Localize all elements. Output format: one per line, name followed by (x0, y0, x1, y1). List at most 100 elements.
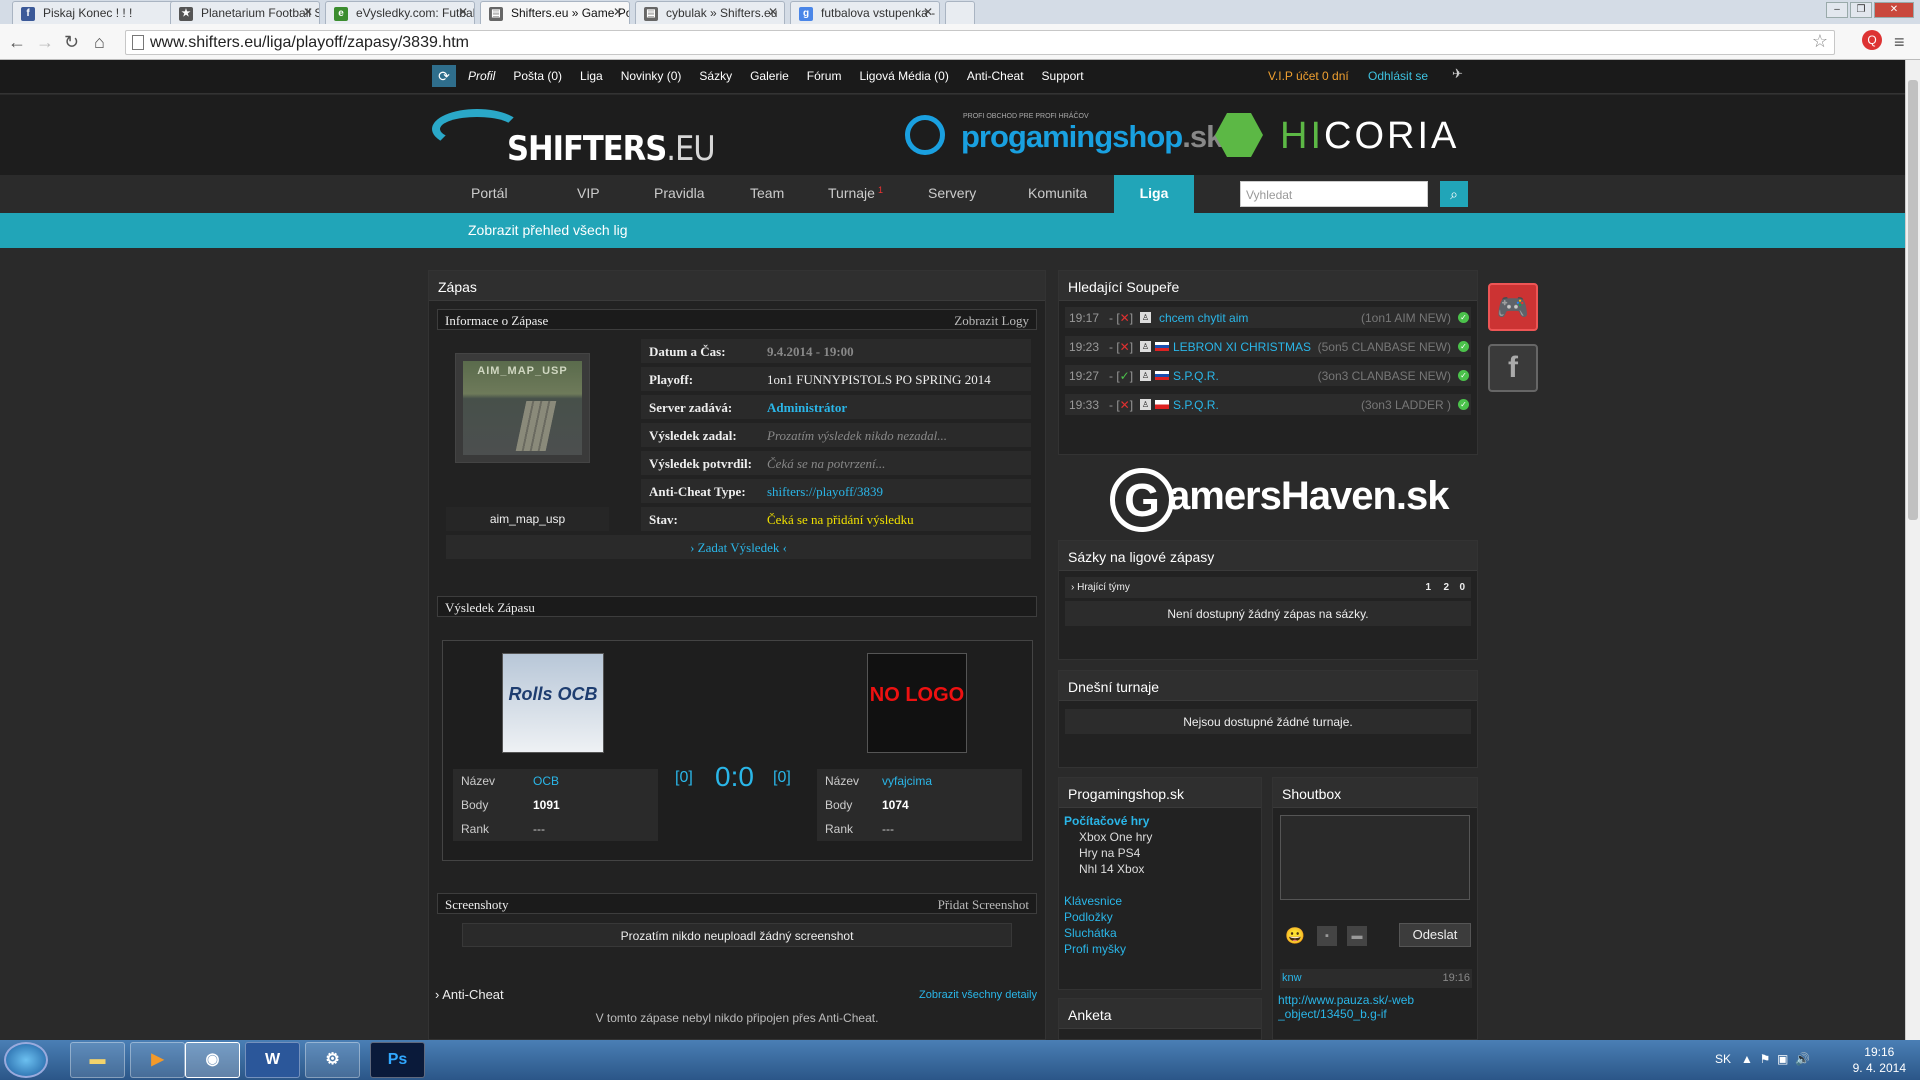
reload-icon[interactable]: ↻ (64, 32, 79, 53)
logout-link[interactable]: Odhlásit se (1368, 69, 1428, 83)
server-admin-link[interactable]: Administrátor (767, 400, 847, 416)
show-logs-link[interactable]: Zobrazit Logy (954, 313, 1029, 329)
browser-tab[interactable]: g futbalova vstupenka - Hľa ✕ (790, 1, 940, 24)
accept-icon[interactable]: ✓ (1458, 370, 1469, 381)
facebook-icon[interactable]: f (1488, 344, 1538, 392)
start-button[interactable] (4, 1042, 48, 1078)
enter-result-link[interactable]: › Zadat Výsledek ‹ (690, 540, 787, 555)
browser-tab[interactable]: e eVysledky.com: Futbal - lä ✕ (325, 1, 475, 24)
photoshop-icon[interactable]: Ps (370, 1042, 425, 1078)
browser-tab[interactable]: ★ Planetarium Football Star ✕ (170, 1, 320, 24)
shout-message-link[interactable]: http://www.pauza.sk/-web_object/13450_b.… (1278, 993, 1418, 1035)
menu-novinky[interactable]: Novinky (0) (621, 69, 682, 83)
menu-ligova-media[interactable]: Ligová Média (0) (859, 69, 948, 83)
gamepad-icon[interactable]: 🎮 (1488, 283, 1538, 331)
opponent-row[interactable]: 19:33 - [✕] ♙ S.P.Q.R. (3on3 LADDER ) ✓ (1065, 394, 1471, 416)
anticheat-section-title[interactable]: › Anti-Cheat (435, 987, 504, 1002)
opp-name-link[interactable]: S.P.Q.R. (1173, 398, 1219, 412)
extension-icon[interactable]: Q (1862, 30, 1882, 50)
menu-support[interactable]: Support (1042, 69, 1084, 83)
nav-team[interactable]: Team (750, 185, 784, 201)
browser-tab-active[interactable]: ▤ Shifters.eu » Game Portál ✕ (480, 1, 630, 24)
url-bar[interactable]: www.shifters.eu/liga/playoff/zapasy/3839… (125, 30, 1835, 55)
shifters-mini-logo-icon[interactable]: ⟳ (432, 65, 456, 87)
all-leagues-link[interactable]: Zobrazit přehled všech lig (468, 222, 628, 238)
minimize-icon[interactable]: – (1826, 2, 1848, 18)
home-icon[interactable]: ⌂ (94, 32, 105, 53)
scrollbar-thumb[interactable] (1908, 80, 1918, 520)
close-window-icon[interactable]: ✕ (1874, 2, 1914, 18)
pgshop-link[interactable]: Podložky (1064, 910, 1113, 924)
maximize-icon[interactable]: ❐ (1850, 2, 1872, 18)
chrome-icon[interactable]: ◉ (185, 1042, 240, 1078)
add-screenshot-link[interactable]: Přidat Screenshot (938, 897, 1029, 913)
chrome-menu-icon[interactable]: ≡ (1894, 32, 1905, 53)
explorer-icon[interactable]: ▬ (70, 1042, 125, 1078)
nav-liga[interactable]: Liga (1114, 175, 1194, 213)
team2-name-link[interactable]: vyfajcima (882, 774, 932, 788)
nav-vip[interactable]: VIP (577, 185, 600, 201)
opponent-row[interactable]: 19:17 - [✕] ♙ chcem chytit aim (1on1 AIM… (1065, 307, 1471, 329)
close-tab-icon[interactable]: ✕ (768, 5, 778, 19)
menu-forum[interactable]: Fórum (807, 69, 842, 83)
close-tab-icon[interactable]: ✕ (923, 5, 933, 19)
nav-pravidla[interactable]: Pravidla (654, 185, 705, 201)
format-icon[interactable]: ▬ (1347, 926, 1367, 946)
menu-posta[interactable]: Pošta (0) (513, 69, 562, 83)
forward-icon[interactable]: → (36, 32, 54, 53)
menu-profil[interactable]: Profil (468, 69, 495, 83)
nav-turnaje[interactable]: Turnaje 1 (828, 185, 883, 201)
progamingshop-banner[interactable]: PROFI OBCHOD PRE PROFI HRÁČOV progamings… (905, 113, 1223, 157)
hicoria-banner[interactable]: HICORIA (1215, 113, 1465, 157)
vip-account-link[interactable]: V.I.P účet 0 dní (1268, 69, 1349, 83)
nav-servery[interactable]: Servery (928, 185, 976, 201)
tray-arrow-icon[interactable]: ▲ (1741, 1052, 1753, 1066)
gamershaven-banner[interactable]: G amersHaven.sk (1110, 460, 1450, 540)
close-tab-icon[interactable]: ✕ (303, 5, 313, 19)
nav-portal[interactable]: Portál (471, 185, 508, 201)
back-icon[interactable]: ← (8, 32, 26, 53)
pin-icon[interactable]: ✈ (1452, 66, 1463, 82)
menu-galerie[interactable]: Galerie (750, 69, 789, 83)
anticheat-link[interactable]: shifters://playoff/3839 (767, 484, 883, 500)
opp-name-link[interactable]: chcem chytit aim (1159, 311, 1248, 325)
browser-tab[interactable]: ▤ cybulak » Shifters.eu ✕ (635, 1, 785, 24)
close-tab-icon[interactable]: ✕ (458, 5, 468, 19)
shoutbox-send-button[interactable]: Odeslat (1399, 923, 1471, 947)
network-icon[interactable]: ▣ (1777, 1052, 1788, 1066)
menu-anti-cheat[interactable]: Anti-Cheat (967, 69, 1024, 83)
flag-tray-icon[interactable]: ⚑ (1760, 1052, 1771, 1066)
opponent-row[interactable]: 19:23 - [✕] ♙ LEBRON XI CHRISTMAS (5on5 … (1065, 336, 1471, 358)
new-tab-button[interactable] (945, 1, 975, 24)
accept-icon[interactable]: ✓ (1458, 312, 1469, 323)
shout-user-link[interactable]: knw (1282, 972, 1302, 984)
opp-name-link[interactable]: LEBRON XI CHRISTMAS (1173, 340, 1311, 354)
bookmark-star-icon[interactable]: ☆ (1812, 31, 1828, 52)
pgshop-link[interactable]: Sluchátka (1064, 926, 1117, 940)
pgshop-sub-link[interactable]: Nhl 14 Xbox (1079, 862, 1144, 876)
image-icon[interactable]: ▪ (1317, 926, 1337, 946)
pgshop-link[interactable]: Profi myšky (1064, 942, 1126, 956)
anticheat-details-link[interactable]: Zobrazit všechny detaily (919, 989, 1037, 1001)
team1-name-link[interactable]: OCB (533, 774, 559, 788)
shifters-logo[interactable]: SHIFTERS.EU (432, 101, 716, 171)
accept-icon[interactable]: ✓ (1458, 399, 1469, 410)
nav-komunita[interactable]: Komunita (1028, 185, 1087, 201)
opp-name-link[interactable]: S.P.Q.R. (1173, 369, 1219, 383)
search-button[interactable]: ⌕ (1440, 181, 1468, 207)
steam-icon[interactable]: ⚙ (305, 1042, 360, 1078)
media-player-icon[interactable]: ▶ (130, 1042, 185, 1078)
smiley-icon[interactable]: 😀 (1285, 926, 1305, 946)
word-icon[interactable]: W (245, 1042, 300, 1078)
volume-icon[interactable]: 🔊 (1795, 1052, 1810, 1066)
shoutbox-textarea[interactable] (1280, 815, 1470, 900)
search-input[interactable]: Vyhledat (1240, 181, 1428, 207)
language-indicator[interactable]: SK (1715, 1052, 1731, 1066)
menu-liga[interactable]: Liga (580, 69, 603, 83)
accept-icon[interactable]: ✓ (1458, 341, 1469, 352)
opponent-row[interactable]: 19:27 - [✓] ♙ S.P.Q.R. (3on3 CLANBASE NE… (1065, 365, 1471, 387)
page-scrollbar[interactable] (1905, 60, 1920, 1040)
clock[interactable]: 19:16 9. 4. 2014 (1853, 1044, 1906, 1076)
pgshop-category-link[interactable]: Počítačové hry (1064, 814, 1149, 828)
pgshop-sub-link[interactable]: Hry na PS4 (1079, 846, 1140, 860)
